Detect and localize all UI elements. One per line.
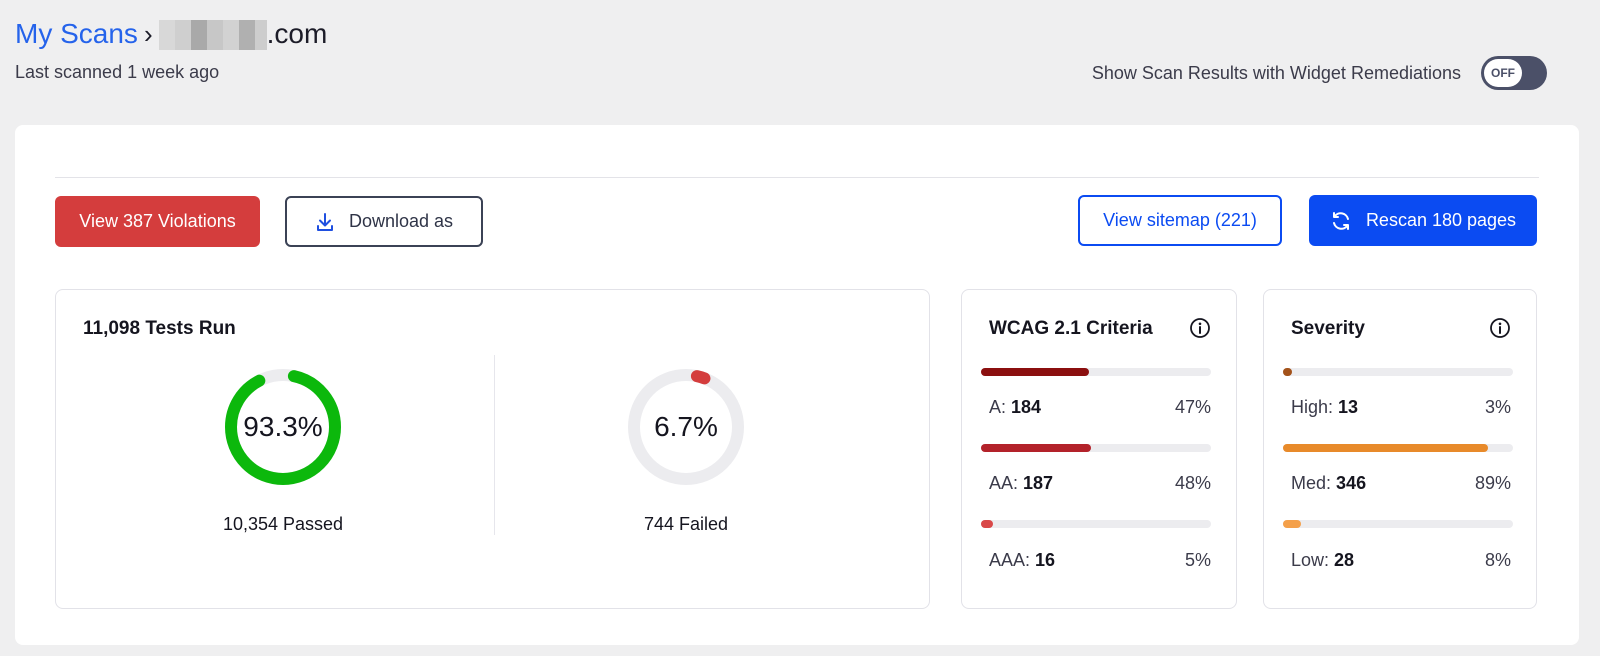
severity-title: Severity — [1291, 318, 1365, 339]
severity-high-bar — [1283, 368, 1513, 376]
severity-high-percent: 3% — [1484, 397, 1511, 417]
download-as-label: Download as — [348, 211, 454, 231]
severity-high-name: High: — [1291, 397, 1334, 417]
widget-remediations-label: Show Scan Results with Widget Remediatio… — [1091, 62, 1461, 83]
scan-summary-card: View 387 Violations Download as View sit… — [15, 125, 1579, 645]
severity-low-percent: 8% — [1484, 550, 1511, 570]
severity-med-label: Med: 346 — [1291, 473, 1366, 494]
severity-low-bar-fill — [1283, 520, 1302, 528]
wcag-a-count: 184 — [1011, 397, 1042, 417]
wcag-criteria-title: WCAG 2.1 Criteria — [989, 318, 1153, 339]
severity-low-name: Low: — [1291, 550, 1330, 570]
severity-med-bar — [1283, 444, 1513, 452]
rescan-pages-label: Rescan 180 pages — [1365, 210, 1517, 230]
toggle-state-label: OFF — [1484, 59, 1522, 87]
tests-run-panel: 11,098 Tests Run 93.3% 10,354 Passed 6.7… — [55, 289, 930, 609]
wcag-aaa-name: AAA: — [989, 550, 1031, 570]
breadcrumb-domain: .com — [266, 18, 328, 49]
severity-low-label: Low: 28 — [1291, 550, 1354, 571]
download-icon — [316, 212, 333, 231]
wcag-aaa-bar — [981, 520, 1211, 528]
wcag-aa-bar — [981, 444, 1211, 452]
severity-high-bar-fill — [1283, 368, 1293, 376]
breadcrumb-my-scans-link[interactable]: My Scans — [15, 18, 138, 50]
wcag-aa-bar-fill — [981, 444, 1092, 452]
download-as-button[interactable]: Download as — [285, 196, 483, 247]
failed-count: 744 Failed — [643, 514, 729, 534]
rescan-pages-button[interactable]: Rescan 180 pages — [1309, 195, 1537, 246]
page-header: My Scans › .com Last scanned 1 week ago … — [15, 18, 1547, 118]
card-divider — [55, 177, 1539, 178]
severity-med-name: Med: — [1291, 473, 1332, 493]
wcag-aaa-bar-fill — [981, 520, 993, 528]
severity-med-bar-fill — [1283, 444, 1488, 452]
passed-percentage: 93.3% — [243, 411, 323, 442]
tests-divider — [494, 355, 495, 535]
widget-remediations-toggle[interactable]: OFF — [1481, 56, 1547, 90]
tests-run-title: 11,098 Tests Run — [83, 318, 236, 339]
severity-med-count: 346 — [1336, 473, 1367, 493]
severity-panel: Severity High: 13 3% Med: 346 89% Low: 2… — [1263, 289, 1537, 609]
breadcrumb-separator: › — [143, 18, 153, 49]
severity-low-bar — [1283, 520, 1513, 528]
view-violations-button[interactable]: View 387 Violations — [55, 196, 260, 247]
wcag-info-icon[interactable] — [1189, 317, 1211, 339]
view-sitemap-button[interactable]: View sitemap (221) — [1078, 195, 1282, 246]
wcag-aa-label: AA: 187 — [989, 473, 1053, 494]
passed-count: 10,354 Passed — [222, 514, 344, 534]
severity-high-label: High: 13 — [1291, 397, 1358, 418]
view-sitemap-label: View sitemap (221) — [1103, 210, 1257, 230]
wcag-aa-name: AA: — [989, 473, 1019, 493]
view-violations-label: View 387 Violations — [79, 211, 236, 231]
wcag-a-name: A: — [989, 397, 1007, 417]
wcag-a-label: A: 184 — [989, 397, 1041, 418]
severity-high-count: 13 — [1338, 397, 1359, 417]
failed-percentage: 6.7% — [654, 411, 718, 442]
severity-med-percent: 89% — [1474, 473, 1511, 493]
wcag-aa-count: 187 — [1023, 473, 1054, 493]
redacted-domain-image — [158, 20, 267, 50]
wcag-a-bar-fill — [981, 368, 1090, 376]
wcag-aaa-percent: 5% — [1184, 550, 1211, 570]
wcag-aa-percent: 48% — [1174, 473, 1211, 493]
wcag-a-bar — [981, 368, 1211, 376]
severity-low-count: 28 — [1334, 550, 1355, 570]
wcag-aaa-label: AAA: 16 — [989, 550, 1055, 571]
refresh-icon — [1332, 211, 1349, 230]
wcag-criteria-panel: WCAG 2.1 Criteria A: 184 47% AA: 187 48%… — [961, 289, 1237, 609]
wcag-a-percent: 47% — [1174, 397, 1211, 417]
wcag-aaa-count: 16 — [1035, 550, 1056, 570]
widget-remediations-setting: Show Scan Results with Widget Remediatio… — [1092, 56, 1547, 90]
last-scanned-text: Last scanned 1 week ago — [15, 62, 220, 82]
severity-info-icon[interactable] — [1489, 317, 1511, 339]
breadcrumb: My Scans › .com — [15, 18, 327, 50]
